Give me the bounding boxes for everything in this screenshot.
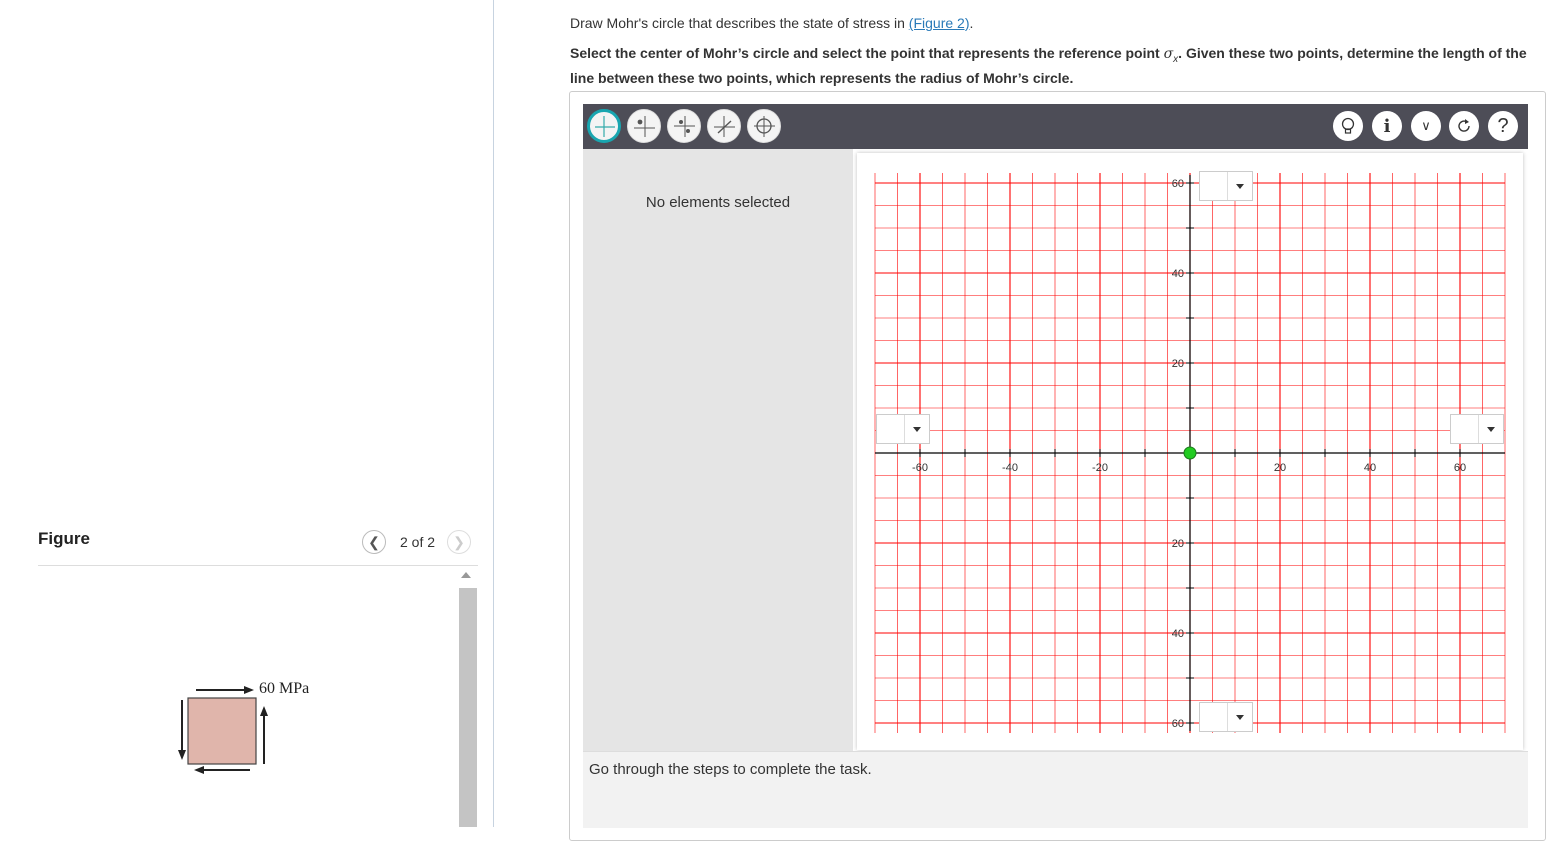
stress-element-figure: 60 MPa [178,680,309,774]
figure-scrollbar[interactable] [459,568,477,827]
help-button[interactable]: ? [1488,111,1518,141]
figure-navigation: ❮ 2 of 2 ❯ [362,529,472,555]
hint-bulb-icon [1341,117,1355,134]
graph-toolbar: i ∨ ? [583,104,1528,149]
sigma-symbol: σ [1163,46,1174,62]
scrollbar-thumb[interactable] [459,588,477,827]
y-tick-label: 40 [1172,628,1184,640]
more-options-button[interactable]: ∨ [1411,111,1441,141]
tau-min-axis-dropdown[interactable] [1199,702,1253,732]
selection-status: No elements selected [645,194,791,211]
x-tick-label: -60 [912,462,928,474]
arrowhead-right [260,706,268,716]
x-tick-labels: -60 -40 -20 20 40 60 [912,462,1466,474]
figure-link[interactable]: (Figure 2) [909,15,970,31]
center-tool-button[interactable] [667,109,701,143]
arrowhead-left [178,750,186,760]
y-tick-label: 20 [1172,538,1184,550]
center-tool-icon [674,116,695,137]
x-tick-label: 40 [1364,462,1376,474]
instruction-text-a: Select the center of Mohr’s circle and s… [570,45,1164,61]
figure-counter: 2 of 2 [400,534,436,550]
arrowhead-bottom [194,766,204,774]
stress-element [187,697,257,765]
status-bar: Go through the steps to complete the tas… [583,751,1528,828]
question-instruction: Select the center of Mohr’s circle and s… [570,44,1535,87]
sigma-max-axis-dropdown[interactable] [1450,414,1504,444]
question-intro: Draw Mohr's circle that describes the st… [570,15,973,31]
figure-title: Figure [38,529,90,548]
segment-tool-icon [714,116,735,137]
mohr-circle-graph[interactable]: -60 -40 -20 20 40 60 60 40 20 20 40 60 [857,153,1523,750]
y-tick-label: 40 [1172,268,1184,280]
chevron-down-icon: ∨ [1421,118,1431,133]
intro-text: Draw Mohr's circle that describes the st… [570,15,909,31]
info-icon: i [1383,115,1391,137]
axes-tool-icon [595,116,615,137]
y-tick-label: 60 [1172,178,1184,190]
chevron-left-icon: ❮ [368,533,380,550]
dropdown-caret-icon [1236,184,1244,189]
axes-tool-button[interactable] [587,109,621,143]
arrowhead-top [244,686,254,694]
status-text: Go through the steps to complete the tas… [589,761,872,778]
selection-panel: No elements selected [583,149,853,751]
x-tick-label: -40 [1002,462,1018,474]
x-tick-label: -20 [1092,462,1108,474]
panel-divider [493,0,494,827]
hint-button[interactable] [1333,111,1363,141]
info-button[interactable]: i [1372,111,1402,141]
circle-tool-button[interactable] [747,109,781,143]
sigma-min-axis-dropdown[interactable] [876,414,930,444]
graph-canvas[interactable]: -60 -40 -20 20 40 60 60 40 20 20 40 60 [857,153,1523,750]
point-tool-button[interactable] [627,109,661,143]
y-tick-labels: 60 40 20 20 40 60 [1172,178,1184,730]
dropdown-caret-icon [1236,715,1244,720]
intro-end: . [969,15,974,31]
next-figure-button[interactable]: ❯ [447,530,472,554]
tau-max-axis-dropdown[interactable] [1199,171,1253,201]
x-tick-label: 60 [1454,462,1466,474]
figure-divider [38,565,478,566]
segment-tool-button[interactable] [707,109,741,143]
previous-figure-button[interactable]: ❮ [362,530,386,554]
stress-label: 60 MPa [259,680,309,697]
scroll-up-arrow-icon[interactable] [461,572,471,578]
reset-button[interactable] [1449,111,1479,141]
y-tick-label: 20 [1172,358,1184,370]
y-tick-label: 60 [1172,718,1184,730]
circle-tool-icon [754,116,775,137]
figure-panel: Figure ❮ 2 of 2 ❯ 60 MPa [0,0,493,827]
x-tick-label: 20 [1274,462,1286,474]
point-tool-icon [634,116,655,137]
origin-point[interactable] [1183,446,1197,460]
chevron-right-icon: ❯ [453,533,465,550]
reset-icon [1458,119,1470,132]
help-icon: ? [1497,114,1509,137]
dropdown-caret-icon [913,427,921,432]
dropdown-caret-icon [1487,427,1495,432]
